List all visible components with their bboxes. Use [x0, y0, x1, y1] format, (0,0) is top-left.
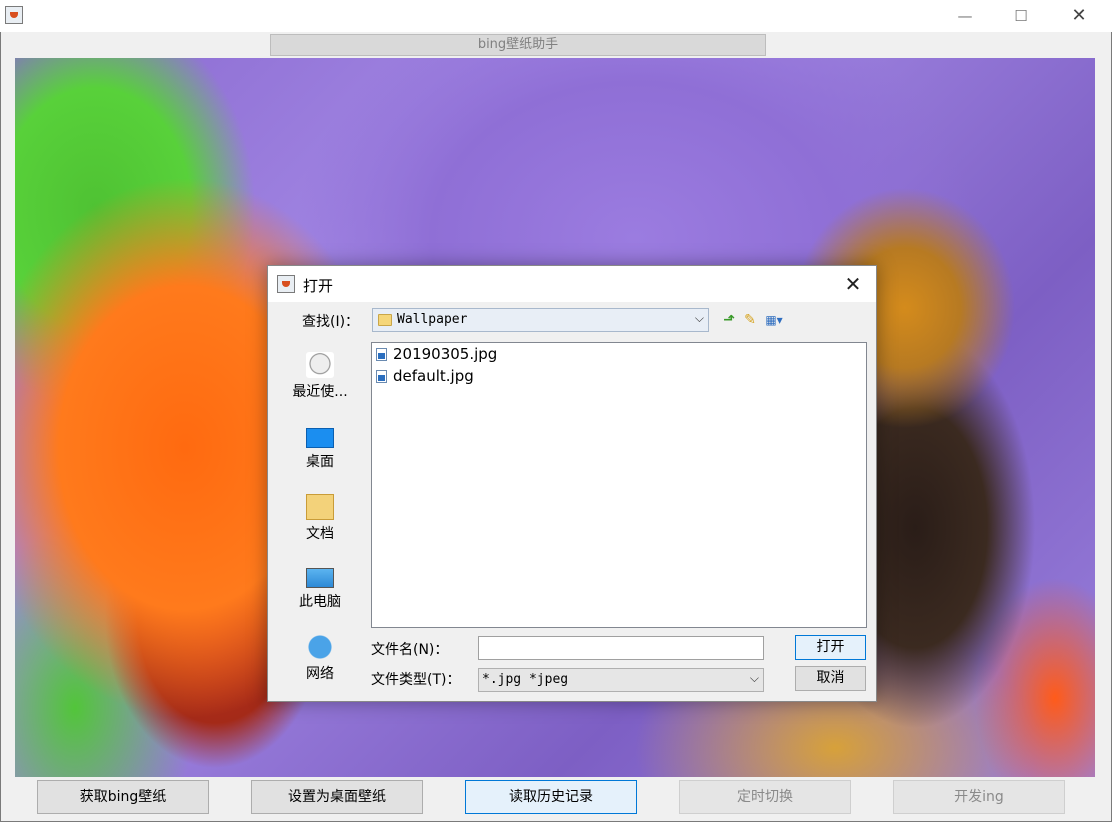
place-label: 此电脑 — [299, 594, 341, 610]
place-label: 桌面 — [306, 454, 334, 470]
in-development-button[interactable]: 开发ing — [893, 780, 1065, 814]
filetype-value: *.jpg *jpeg — [482, 672, 569, 687]
chevron-down-icon: ⌵ — [694, 311, 704, 325]
maximize-button[interactable]: ☐ — [998, 0, 1044, 32]
documents-icon — [306, 494, 334, 520]
dialog-titlebar: 打开 ✕ — [268, 266, 876, 302]
open-button[interactable]: 打开 — [795, 635, 866, 660]
place-desktop[interactable]: 桌面 — [282, 424, 358, 471]
image-file-icon — [376, 370, 387, 383]
app-title: bing壁纸助手 — [270, 34, 766, 56]
desktop-icon — [306, 428, 334, 448]
bottom-toolbar: 获取bing壁纸 设置为桌面壁纸 读取历史记录 定时切换 开发ing — [15, 779, 1095, 817]
fetch-bing-wallpaper-button[interactable]: 获取bing壁纸 — [37, 780, 209, 814]
place-label: 网络 — [306, 666, 334, 682]
place-this-pc[interactable]: 此电脑 — [282, 564, 358, 611]
dialog-title: 打开 — [303, 277, 334, 295]
place-label: 最近使... — [292, 384, 348, 400]
place-recent[interactable]: 最近使... — [282, 352, 358, 401]
this-pc-icon — [306, 568, 334, 588]
dialog-close-button[interactable]: ✕ — [836, 270, 870, 298]
network-icon — [306, 634, 334, 660]
open-file-dialog: 打开 ✕ 查找(I)： Wallpaper ⌵ ⬏ ✎ ▦▾ 最近使... 桌面… — [267, 265, 877, 702]
file-name: default.jpg — [393, 367, 474, 385]
chevron-down-icon: ⌵ — [749, 671, 759, 685]
cancel-button[interactable]: 取消 — [795, 666, 866, 691]
up-one-level-icon[interactable]: ⬏ — [719, 310, 739, 330]
look-in-label: 查找(I)： — [302, 314, 360, 330]
filetype-combo[interactable]: *.jpg *jpeg ⌵ — [478, 668, 764, 692]
filetype-label: 文件类型(T)： — [371, 672, 461, 688]
read-history-button[interactable]: 读取历史记录 — [465, 780, 637, 814]
set-desktop-wallpaper-button[interactable]: 设置为桌面壁纸 — [251, 780, 423, 814]
image-file-icon — [376, 348, 387, 361]
minimize-button[interactable]: — — [942, 0, 988, 32]
filename-label: 文件名(N)： — [371, 642, 449, 658]
folder-icon — [378, 314, 392, 326]
place-label: 文档 — [306, 526, 334, 542]
timed-switch-button[interactable]: 定时切换 — [679, 780, 851, 814]
window-titlebar: — ☐ ✕ — [0, 0, 1112, 33]
look-in-combo[interactable]: Wallpaper ⌵ — [372, 308, 709, 332]
filename-field[interactable] — [478, 636, 764, 660]
view-menu-icon[interactable]: ▦▾ — [762, 310, 786, 330]
file-name: 20190305.jpg — [393, 345, 498, 363]
java-app-icon — [277, 275, 295, 293]
java-app-icon — [5, 6, 23, 24]
recent-items-icon — [306, 352, 334, 378]
close-button[interactable]: ✕ — [1056, 0, 1102, 32]
place-network[interactable]: 网络 — [282, 634, 358, 683]
file-list[interactable]: 20190305.jpg default.jpg — [371, 342, 867, 628]
new-folder-icon[interactable]: ✎ — [740, 310, 760, 330]
place-documents[interactable]: 文档 — [282, 494, 358, 543]
look-in-value: Wallpaper — [397, 312, 468, 327]
